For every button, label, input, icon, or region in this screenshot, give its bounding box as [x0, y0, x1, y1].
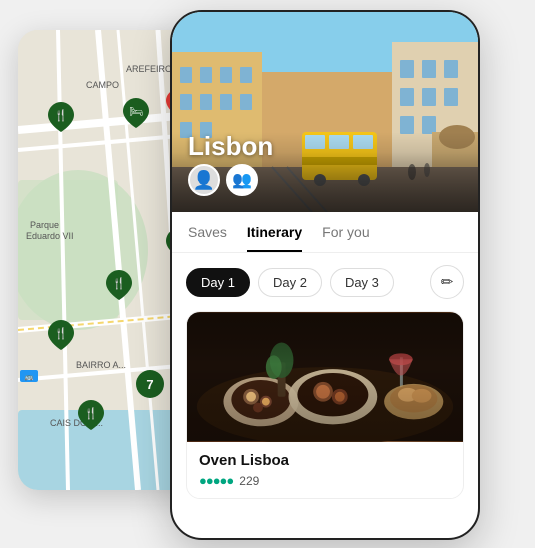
map-badge-count[interactable]: 7	[136, 370, 164, 398]
map-label-arefeiro: AREFEIRO	[126, 64, 172, 74]
rating-stars: ●●●●●	[199, 473, 233, 488]
svg-text:🍴: 🍴	[84, 407, 98, 420]
svg-text:🛏: 🛏	[129, 106, 143, 118]
map-pin-restaurant-2[interactable]: 🍴	[48, 320, 74, 350]
edit-icon: ✏	[441, 273, 454, 291]
tab-saves[interactable]: Saves	[188, 224, 227, 252]
day-chip-1[interactable]: Day 1	[186, 268, 250, 297]
tab-itinerary[interactable]: Itinerary	[247, 224, 302, 252]
restaurant-info: Oven Lisboa ●●●●● 229	[187, 442, 463, 498]
map-pin-hotel-1[interactable]: 🛏	[123, 98, 149, 128]
restaurant-card[interactable]: Oven Lisboa ●●●●● 229	[186, 311, 464, 499]
edit-button[interactable]: ✏	[430, 265, 464, 299]
map-label-eduardo: Eduardo VII	[26, 231, 74, 241]
map-pin-restaurant-4[interactable]: 🍴	[106, 270, 132, 300]
svg-text:🚌: 🚌	[25, 374, 34, 381]
map-label-campo: CAMPO	[86, 80, 119, 90]
map-label-parque: Parque	[30, 220, 59, 230]
day-chip-3[interactable]: Day 3	[330, 268, 394, 297]
hero-avatars: 👤 👥	[188, 164, 258, 196]
map-pin-restaurant-3[interactable]: 🍴	[78, 400, 104, 430]
rating-count: 229	[239, 474, 259, 488]
map-label-bairro: BAIRRO A...	[76, 360, 126, 370]
avatar-add-button[interactable]: 👥	[226, 164, 258, 196]
city-title: Lisbon	[188, 131, 273, 162]
avatar-user: 👤	[188, 164, 220, 196]
day-selector: Day 1 Day 2 Day 3 ✏	[172, 253, 478, 311]
restaurant-image	[187, 312, 463, 442]
rating-row: ●●●●● 229	[199, 473, 451, 488]
phone-card: Lisbon 👤 👥 Saves Itinerary For you Day 1…	[170, 10, 480, 540]
tab-for-you[interactable]: For you	[322, 224, 369, 252]
hero-image: Lisbon 👤 👥	[172, 12, 478, 212]
day-chip-2[interactable]: Day 2	[258, 268, 322, 297]
restaurant-name: Oven Lisboa	[199, 452, 451, 469]
svg-text:🍴: 🍴	[112, 277, 126, 290]
map-pin-restaurant-1[interactable]: 🍴	[48, 102, 74, 132]
tab-bar: Saves Itinerary For you	[172, 212, 478, 253]
svg-text:🍴: 🍴	[54, 327, 68, 340]
svg-text:🍴: 🍴	[54, 109, 68, 122]
